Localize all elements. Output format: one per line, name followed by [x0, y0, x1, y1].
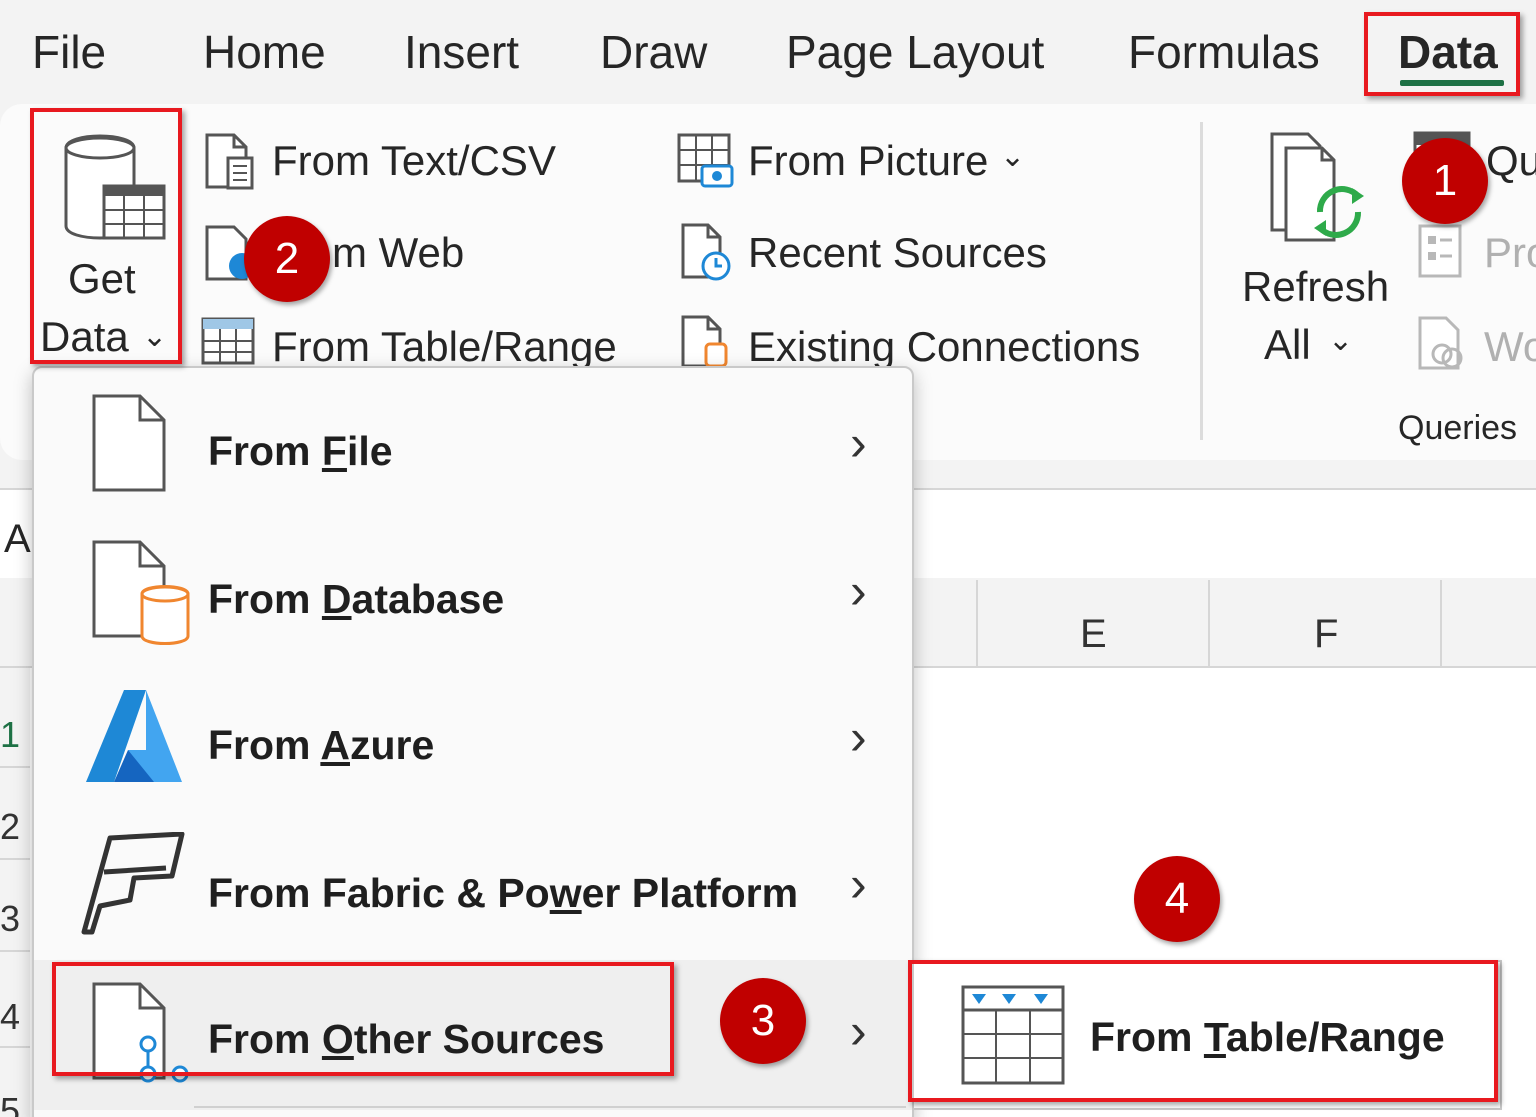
chevron-down-icon: ⌄	[1000, 140, 1026, 173]
from-picture-button[interactable]: From Picture	[748, 136, 988, 186]
menu-item-label: From File	[208, 428, 393, 474]
existing-connections-button[interactable]: Existing Connections	[748, 322, 1140, 372]
refresh-label-2[interactable]: All	[1264, 320, 1311, 370]
recent-sources-button[interactable]: Recent Sources	[748, 228, 1047, 278]
row-header-2[interactable]: 2	[0, 806, 20, 848]
row-divider	[0, 1046, 30, 1048]
menu-item-label: From Azure	[208, 722, 435, 768]
column-divider	[1440, 580, 1442, 668]
column-header-e[interactable]: E	[1080, 612, 1107, 657]
ribbon-group-divider	[1200, 122, 1203, 440]
step-badge-4: 4	[1134, 856, 1220, 942]
recent-sources-icon	[681, 223, 731, 281]
picture-table-icon	[677, 133, 734, 188]
tab-home[interactable]: Home	[203, 24, 326, 80]
chevron-right-icon: ›	[850, 415, 867, 471]
menu-divider	[194, 1106, 906, 1108]
menu-item-label: From Database	[208, 576, 505, 622]
column-divider	[976, 580, 978, 668]
fabric-icon	[81, 832, 185, 935]
step-badge-1: 1	[1402, 138, 1488, 224]
row-divider	[0, 950, 30, 952]
chevron-right-icon: ›	[850, 709, 867, 765]
existing-connections-icon	[681, 315, 728, 366]
queries-group-label: Queries	[1398, 409, 1518, 447]
properties-button[interactable]: Pro	[1484, 228, 1536, 278]
menu-item-label: From Fabric & Power Platform	[208, 870, 799, 916]
queries-connections-button[interactable]: Qu	[1486, 136, 1536, 186]
row-header-4[interactable]: 4	[0, 996, 20, 1038]
database-icon	[92, 540, 190, 645]
column-divider	[1208, 580, 1210, 668]
from-text-csv-button[interactable]: From Text/CSV	[272, 136, 556, 186]
chevron-right-icon: ›	[850, 1003, 867, 1059]
row-header-3[interactable]: 3	[0, 898, 20, 940]
refresh-label[interactable]: Refresh	[1242, 262, 1389, 312]
text-file-icon	[205, 133, 254, 190]
chevron-right-icon: ›	[850, 563, 867, 619]
step-badge-3: 3	[720, 978, 806, 1064]
row-header-1[interactable]: 1	[0, 714, 20, 756]
row-divider	[0, 766, 30, 768]
properties-icon	[1418, 224, 1462, 278]
from-web-button[interactable]: m Web	[332, 228, 464, 278]
tab-file[interactable]: File	[32, 24, 106, 80]
chevron-down-icon: ⌄	[1328, 324, 1354, 357]
step-badge-2: 2	[244, 216, 330, 302]
row-header-5[interactable]: 5	[0, 1090, 20, 1117]
name-box[interactable]: A	[4, 514, 31, 564]
chevron-right-icon: ›	[850, 856, 867, 912]
tab-page-layout[interactable]: Page Layout	[786, 24, 1044, 80]
azure-icon	[86, 690, 182, 782]
row-divider	[0, 858, 30, 860]
highlight-box-data-tab	[1364, 12, 1520, 96]
workbook-links-button[interactable]: Wo	[1484, 322, 1536, 372]
highlight-box-table-range	[908, 960, 1498, 1102]
workbook-links-icon	[1418, 316, 1463, 370]
file-icon	[92, 394, 166, 492]
table-range-icon	[201, 317, 255, 365]
column-header-f[interactable]: F	[1314, 612, 1338, 657]
refresh-all-icon	[1270, 132, 1364, 242]
tab-formulas[interactable]: Formulas	[1128, 24, 1320, 80]
tab-insert[interactable]: Insert	[404, 24, 519, 80]
highlight-box-other-sources	[52, 962, 674, 1076]
tab-draw[interactable]: Draw	[600, 24, 707, 80]
from-table-range-ribbon-button[interactable]: From Table/Range	[272, 322, 617, 372]
highlight-box-get-data	[30, 108, 182, 364]
